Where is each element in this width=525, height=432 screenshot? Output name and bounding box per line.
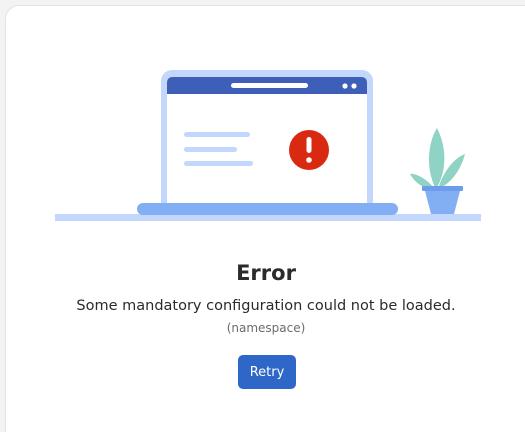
error-alert-icon <box>289 130 329 170</box>
error-message: Some mandatory configuration could not b… <box>76 298 456 314</box>
error-detail: (namespace) <box>226 321 306 335</box>
retry-button[interactable]: Retry <box>238 355 296 389</box>
laptop-icon <box>137 70 398 217</box>
error-card: Error Some mandatory configuration could… <box>5 5 525 432</box>
error-title: Error <box>236 261 296 285</box>
plant-icon <box>410 128 465 214</box>
error-illustration <box>55 70 481 221</box>
